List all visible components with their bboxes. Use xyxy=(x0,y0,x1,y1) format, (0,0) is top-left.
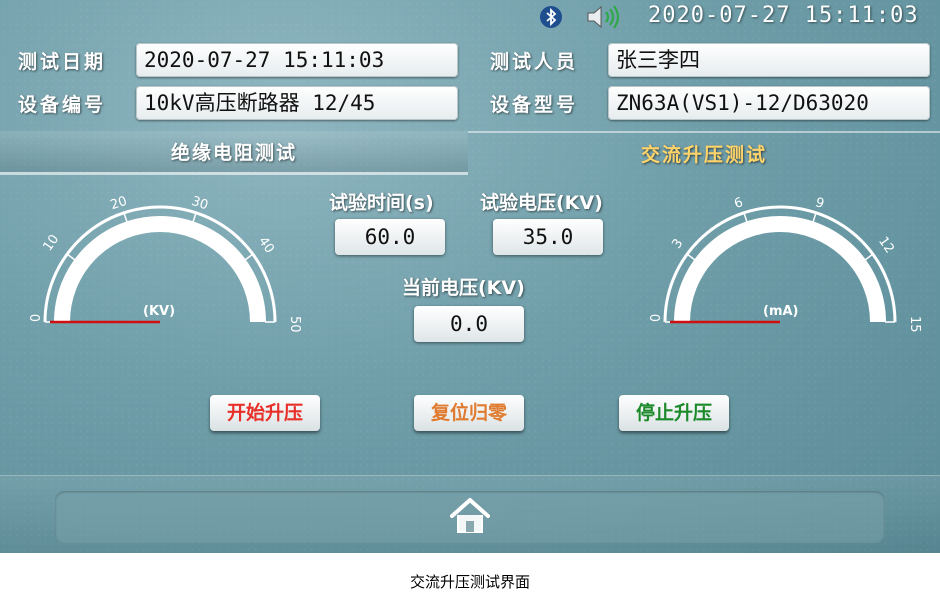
test-time-label: 试验时间(s) xyxy=(329,192,434,214)
stop-boost-button[interactable]: 停止升压 xyxy=(619,395,729,431)
tester-label: 测试人员 xyxy=(490,51,579,73)
gauge-tick: 40 xyxy=(255,234,277,256)
gauge-tick: 20 xyxy=(109,194,129,213)
test-date-label: 测试日期 xyxy=(18,51,107,73)
gauge-tick: 9 xyxy=(813,195,826,212)
status-bar: 2020-07-27 15:11:03 xyxy=(0,0,940,34)
figure-caption: 交流升压测试界面 xyxy=(409,573,530,591)
test-date-field[interactable]: 2020-07-27 15:11:03 xyxy=(136,43,458,77)
tab-insulation-test[interactable]: 绝缘电阻测试 xyxy=(0,131,468,175)
gauge-tick: 3 xyxy=(669,236,686,251)
gauge-tick: 50 xyxy=(287,316,302,333)
test-voltage-value[interactable]: 35.0 xyxy=(493,219,603,255)
device-no-label: 设备编号 xyxy=(18,94,107,116)
device-model-label: 设备型号 xyxy=(490,94,579,116)
current-voltage-label: 当前电压(KV) xyxy=(402,277,525,299)
speaker-icon[interactable] xyxy=(585,4,623,30)
tab-ac-boost-test[interactable]: 交流升压测试 xyxy=(468,131,940,175)
gauge-tick: 12 xyxy=(875,234,897,256)
voltage-gauge: 0 10 20 30 40 50 (KV) xyxy=(29,194,302,333)
test-voltage-label: 试验电压(KV) xyxy=(480,192,603,214)
home-icon[interactable] xyxy=(449,496,491,536)
gauge-tick: 10 xyxy=(41,232,63,254)
reset-zero-button[interactable]: 复位归零 xyxy=(414,395,524,431)
bluetooth-icon[interactable] xyxy=(538,4,564,30)
start-boost-button[interactable]: 开始升压 xyxy=(210,395,320,431)
tab-bar: 绝缘电阻测试 交流升压测试 xyxy=(0,131,940,175)
current-voltage-value: 0.0 xyxy=(414,306,524,342)
gauge-unit: (KV) xyxy=(143,304,175,319)
status-datetime: 2020-07-27 15:11:03 xyxy=(648,3,919,28)
gauge-unit: (mA) xyxy=(763,304,799,319)
current-gauge: 0 3 6 9 12 15 (mA) xyxy=(649,195,922,333)
device-model-field[interactable]: ZN63A(VS1)-12/D63020 xyxy=(608,86,930,120)
gauge-tick: 0 xyxy=(649,314,664,322)
test-time-value[interactable]: 60.0 xyxy=(335,219,445,255)
gauge-tick: 6 xyxy=(732,195,745,212)
app-screen: 2020-07-27 15:11:03 测试日期 2020-07-27 15:1… xyxy=(0,0,940,553)
device-no-field[interactable]: 10kV高压断路器 12/45 xyxy=(136,86,458,120)
tester-field[interactable]: 张三李四 xyxy=(608,43,930,77)
gauge-tick: 0 xyxy=(29,314,44,322)
gauge-tick: 15 xyxy=(907,316,922,333)
